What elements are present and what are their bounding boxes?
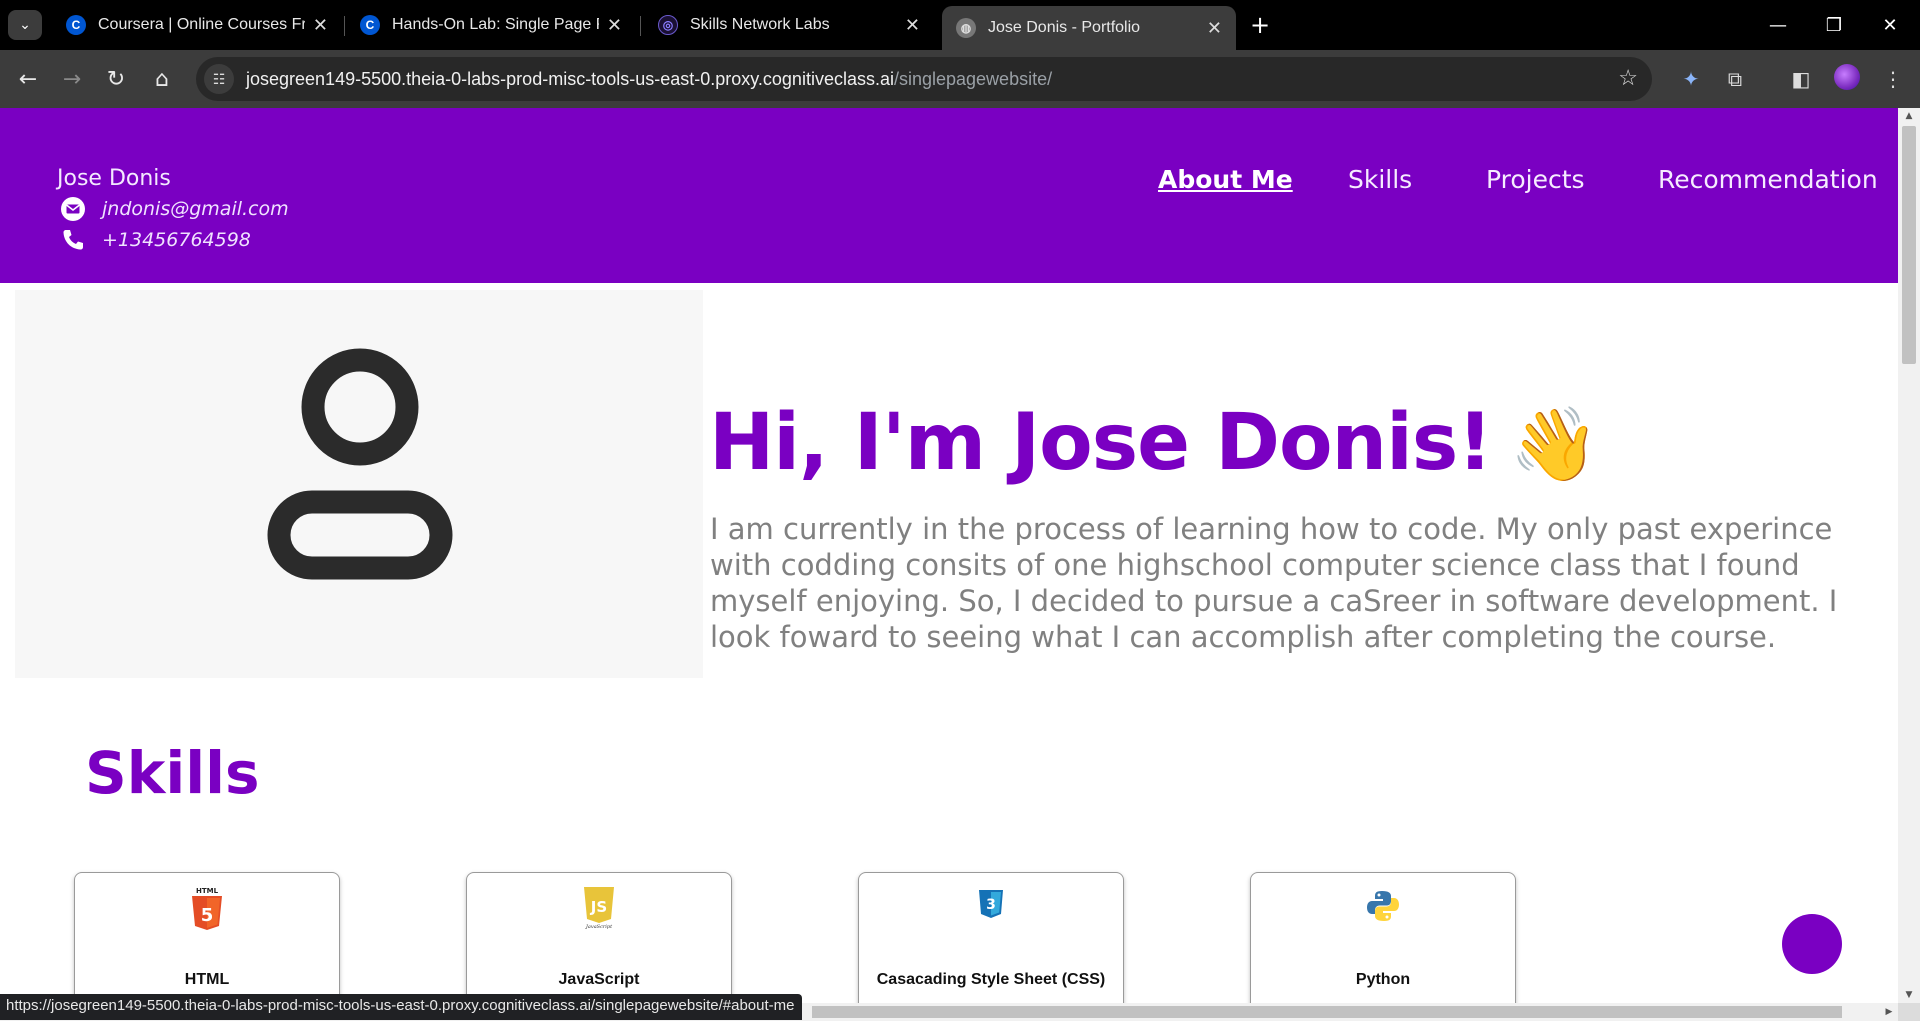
scrollbar-corner <box>1898 1003 1920 1021</box>
side-panel-icon[interactable]: ◧ <box>1786 64 1816 94</box>
close-window-button[interactable]: ✕ <box>1868 8 1912 42</box>
site-header: Jose Donis jndonis@gmail.com +1345676459… <box>0 108 1898 283</box>
vertical-scrollbar[interactable]: ▲ ▼ <box>1898 108 1920 1003</box>
coursera-icon: C <box>66 15 86 35</box>
skill-card-html: HTML 5 HTML <box>74 872 340 1003</box>
skills-heading: Skills <box>85 739 260 807</box>
coursera-icon: C <box>360 15 380 35</box>
tab-separator <box>640 16 641 36</box>
skills-network-icon: ◎ <box>658 15 678 35</box>
skill-card-python: Python <box>1250 872 1516 1003</box>
menu-icon[interactable]: ⋮ <box>1878 64 1908 94</box>
nav-projects[interactable]: Projects <box>1486 165 1585 194</box>
address-bar[interactable]: ☷ josegreen149-5500.theia-0-labs-prod-mi… <box>196 57 1652 101</box>
bookmark-star-icon[interactable]: ☆ <box>1618 65 1638 91</box>
back-button[interactable]: ← <box>12 63 44 95</box>
tab-title: Hands-On Lab: Single Page Por <box>392 16 599 33</box>
url-path: /singlepagewebsite/ <box>893 68 1053 89</box>
email-icon <box>60 196 86 222</box>
python-icon <box>1366 889 1400 927</box>
nav-skills[interactable]: Skills <box>1348 165 1412 194</box>
tab-title: Jose Donis - Portfolio <box>988 19 1141 36</box>
tab-portfolio[interactable]: ◍ Jose Donis - Portfolio ✕ <box>942 6 1236 50</box>
reload-button[interactable]: ↻ <box>100 63 132 95</box>
profile-avatar[interactable] <box>1834 64 1860 90</box>
restore-button[interactable]: ❐ <box>1812 8 1856 42</box>
svg-text:3: 3 <box>986 897 996 913</box>
skill-name: HTML <box>184 971 230 988</box>
hero-heading: Hi, I'm Jose Donis! 👋 <box>709 398 1600 488</box>
email-contact[interactable]: jndonis@gmail.com <box>60 196 289 222</box>
tab-separator <box>344 16 345 36</box>
tab-hands-on-lab[interactable]: C Hands-On Lab: Single Page Por ✕ <box>346 6 636 44</box>
bio-paragraph: I am currently in the process of learnin… <box>710 512 1838 654</box>
css3-icon: 3 <box>978 889 1004 923</box>
close-tab-icon[interactable]: ✕ <box>607 15 622 36</box>
phone-text[interactable]: +13456764598 <box>102 229 251 251</box>
svg-text:HTML: HTML <box>196 887 219 895</box>
new-tab-button[interactable]: + <box>1245 10 1275 40</box>
owner-name: Jose Donis <box>57 166 171 191</box>
floating-action-button[interactable] <box>1782 914 1842 974</box>
tab-title: Skills Network Labs <box>690 16 830 33</box>
skill-card-css: 3 Casacading Style Sheet (CSS) <box>858 872 1124 1003</box>
page-viewport: Jose Donis jndonis@gmail.com +1345676459… <box>0 108 1898 1003</box>
scroll-down-arrow-icon[interactable]: ▼ <box>1898 987 1920 1003</box>
phone-contact[interactable]: +13456764598 <box>60 227 251 253</box>
close-tab-icon[interactable]: ✕ <box>905 15 920 36</box>
scroll-right-arrow-icon[interactable]: ▶ <box>1880 1003 1898 1021</box>
globe-icon: ◍ <box>956 18 976 38</box>
home-button[interactable]: ⌂ <box>146 63 178 95</box>
extensions-icon[interactable]: ⧉ <box>1720 64 1750 94</box>
horizontal-scroll-thumb[interactable] <box>812 1006 1842 1018</box>
tab-skills-network[interactable]: ◎ Skills Network Labs ✕ <box>644 6 934 44</box>
nav-recommendation[interactable]: Recommendation <box>1658 165 1878 194</box>
skill-name: JavaScript <box>558 971 640 988</box>
svg-text:JavaScript: JavaScript <box>585 924 613 929</box>
javascript-icon: JS JavaScript <box>583 885 615 933</box>
url-host: josegreen149-5500.theia-0-labs-prod-misc… <box>246 68 894 89</box>
greeting-text: Hi, I'm Jose Donis! <box>709 398 1493 488</box>
skill-name: Python <box>1355 971 1411 988</box>
svg-text:5: 5 <box>201 905 214 926</box>
user-icon <box>267 348 453 580</box>
waving-hand-icon: 👋 <box>1509 402 1600 486</box>
site-info-icon[interactable]: ☷ <box>204 64 234 94</box>
tab-title: Coursera | Online Courses From <box>98 16 305 33</box>
tab-search-button[interactable]: ⌄ <box>8 10 42 40</box>
phone-icon <box>60 227 86 253</box>
close-tab-icon[interactable]: ✕ <box>313 15 328 36</box>
link-status-bar: https://josegreen149-5500.theia-0-labs-p… <box>0 994 803 1020</box>
tab-coursera[interactable]: C Coursera | Online Courses From ✕ <box>52 6 342 44</box>
vertical-scroll-thumb[interactable] <box>1902 126 1916 364</box>
html5-icon: HTML 5 <box>190 885 224 935</box>
browser-tab-bar: ⌄ C Coursera | Online Courses From ✕ C H… <box>0 0 1920 50</box>
forward-button[interactable]: → <box>56 63 88 95</box>
nav-about-me[interactable]: About Me <box>1158 165 1293 194</box>
minimize-button[interactable]: — <box>1756 8 1800 42</box>
skill-card-javascript: JS JavaScript JavaScript <box>466 872 732 1003</box>
email-text[interactable]: jndonis@gmail.com <box>102 198 289 220</box>
skill-name: Casacading Style Sheet (CSS) <box>876 971 1106 988</box>
profile-photo <box>15 290 703 678</box>
browser-toolbar: ← → ↻ ⌂ ☷ josegreen149-5500.theia-0-labs… <box>0 50 1920 108</box>
gemini-icon[interactable]: ✦ <box>1676 64 1706 94</box>
scroll-up-arrow-icon[interactable]: ▲ <box>1898 108 1920 124</box>
svg-text:JS: JS <box>590 898 607 916</box>
close-tab-icon[interactable]: ✕ <box>1207 18 1222 39</box>
